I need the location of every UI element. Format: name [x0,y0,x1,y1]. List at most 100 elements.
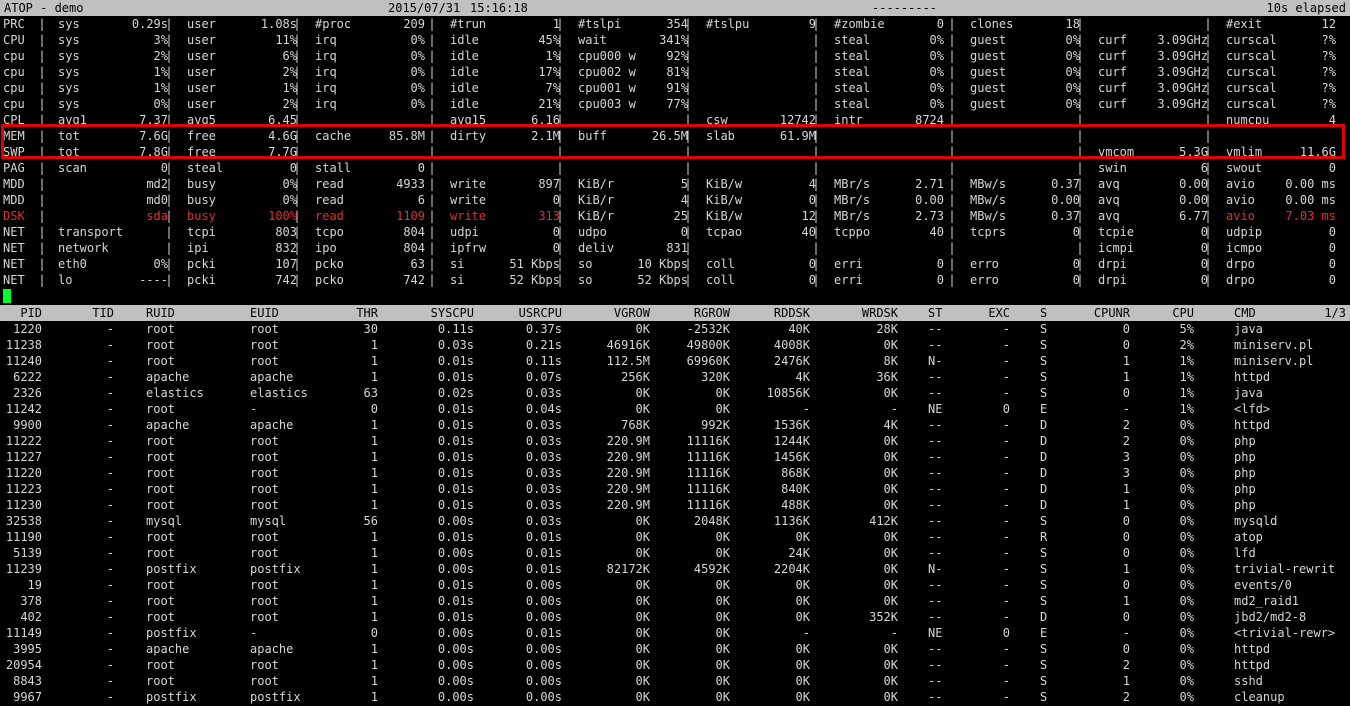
cell-wrdsk: 4K [883,418,898,432]
cell-cpu: 0% [1179,466,1194,480]
stat-value: ?% [1321,65,1336,79]
stat-value: 12 [1321,17,1336,31]
table-row[interactable]: 11190- root root 1 0.01s 0.01s 0K 0K 0K 0K -- - R 0 0%… [0,529,1350,545]
cell-tid: - [106,562,114,576]
cell-usrcpu: 0.21s [525,338,562,352]
table-row[interactable]: 11149- postfix -0 0.00s 0.01s 0K 0K - - NE 0 E -0% <t… [0,625,1350,641]
table-row[interactable]: 11239- postfix postfix 1 0.00s 0.01s 82172K 459… [0,561,1350,577]
stat-value: 1 [552,17,560,31]
stat-value: 1% [282,81,297,95]
cell-s: D [1040,418,1048,432]
cell-st: -- [928,658,943,672]
stat-value [970,144,1080,160]
table-row[interactable]: 9967- postfix postfix 1 0.00s 0.00s 0K 0K 0K 0K --… [0,689,1350,705]
cell-exc: 0 [1002,402,1010,416]
column-separator: | [38,241,46,255]
cell-thr: 1 [370,690,378,704]
stat-value: 0 [1072,257,1080,271]
cell-syscpu: 0.01s [437,370,474,384]
cell-wrdsk: 0K [883,642,898,656]
table-row[interactable]: 9900- apache apache 1 0.01s 0.03s 768K 992K 1536… [0,417,1350,433]
cell-rddsk: 0K [795,674,810,688]
cell-ruid: root [146,450,175,464]
stat-value: 85.8M [388,129,425,143]
table-row[interactable]: 11238- root root 1 0.03s 0.21s 46916K 49800K 400… [0,337,1350,353]
cell-s: D [1040,434,1048,448]
stat-value [834,144,944,160]
cell-thr: 1 [370,498,378,512]
table-row[interactable]: 11230- root root 1 0.01s 0.03s 220.9M 11116K 488… [0,497,1350,513]
cell-pid: 11239 [5,562,42,576]
cell-s: S [1040,642,1048,656]
cell-s: S [1040,370,1048,384]
cell-cpu: 0% [1179,674,1194,688]
cell-usrcpu: 0.11s [525,354,562,368]
table-row[interactable]: 11220- root root 1 0.01s 0.03s 220.9M 11116K 868… [0,465,1350,481]
cell-cpu: 5% [1179,322,1194,336]
table-row[interactable]: 11242- root -0 0.01s 0.04s 0K 0K - - NE 0 E -1% <lfd> [0,401,1350,417]
sys-row-label: cpu [3,65,25,79]
table-row[interactable]: 11223- root root 1 0.01s 0.03s 220.9M 11116K 840… [0,481,1350,497]
cell-exc: - [1002,546,1010,560]
table-row[interactable]: 378- root root 1 0.01s 0.00s 0K 0K 0K 0K -- - S 1 0% md… [0,593,1350,609]
stat-value: 0 [808,273,816,287]
stat-value: ?% [1321,49,1336,63]
cell-usrcpu: 0.03s [525,450,562,464]
process-table: 1220- root root 30 0.11s 0.37s 0K -2532K 40K 28K -… [0,321,1350,705]
cell-cpunr: - [1122,626,1130,640]
table-row[interactable]: 6222- apache apache 1 0.01s 0.07s 256K 320K 4K 36… [0,369,1350,385]
column-header-tid: TID [92,306,114,320]
cell-st: NE [928,626,943,640]
table-row[interactable]: 2326- elastics elastics 63 0.02s 0.03s 0K 0K 108… [0,385,1350,401]
cell-thr: 1 [370,482,378,496]
stat-value [834,160,944,176]
table-row[interactable]: 11240- root root 1 0.01s 0.11s 112.5M 69960K 247… [0,353,1350,369]
cell-s: S [1040,578,1048,592]
cell-s: S [1040,354,1048,368]
cell-cpunr: 3 [1122,450,1130,464]
cell-st: -- [928,578,943,592]
cell-wrdsk: 8K [883,354,898,368]
table-row[interactable]: 11222- root root 1 0.01s 0.03s 220.9M 11116K 124… [0,433,1350,449]
table-row[interactable]: 5139- root root 1 0.00s 0.01s 0K 0K 24K 0K -- - S 0 0%… [0,545,1350,561]
column-header-exc: EXC [988,306,1010,320]
stat-value: 0 [1200,241,1208,255]
stat-value: 0 [808,257,816,271]
table-row[interactable]: 20954- root root 1 0.00s 0.00s 0K 0K 0K 0K -- - S 2 0%… [0,657,1350,673]
sys-row-cpu: cpu | | | | | | | | | | sys 2% user 6% irq 0% idle 1% cpu00… [0,48,1350,64]
table-row[interactable]: 3995- apache apache 1 0.00s 0.00s 0K 0K 0K 0K -- - S… [0,641,1350,657]
cell-syscpu: 0.00s [437,546,474,560]
table-row[interactable]: 19- root root 1 0.01s 0.00s 0K 0K 0K 0K -- - S 0 0% eve… [0,577,1350,593]
stat-value: 3.09GHz [1157,81,1208,95]
table-row[interactable]: 32538- mysql mysql 56 0.00s 0.03s 0K 2048K 1136K… [0,513,1350,529]
cell-wrdsk: 0K [883,658,898,672]
cell-usrcpu: 0.01s [525,562,562,576]
table-row[interactable]: 402- root root 1 0.01s 0.00s 0K 0K 0K 352K -- - D 0 0%… [0,609,1350,625]
cell-cmd: java [1234,386,1263,400]
cell-rddsk: 0K [795,690,810,704]
stat-value [315,112,425,128]
sys-row-label: MDD [3,193,25,207]
column-separator: | [428,193,436,207]
stat-value: 52 Kbps [637,273,688,287]
table-row[interactable]: 1220- root root 30 0.11s 0.37s 0K -2532K 40K 28K -… [0,321,1350,337]
stat-value [706,144,816,160]
table-row[interactable]: 8843- root root 1 0.00s 0.00s 0K 0K 0K 0K -- - S 1 0% s… [0,673,1350,689]
stat-value: 0% [410,65,425,79]
cell-cpunr: 2 [1122,690,1130,704]
cell-wrdsk: 36K [876,370,898,384]
stat-value: 742 [403,273,425,287]
cell-exc: - [1002,466,1010,480]
cell-pid: 11220 [5,466,42,480]
cell-syscpu: 0.00s [437,514,474,528]
cell-exc: - [1002,322,1010,336]
cell-s: R [1040,530,1048,544]
stat-value: 2% [282,97,297,111]
stat-value [1098,112,1208,128]
cell-syscpu: 0.01s [437,434,474,448]
stat-value: 0 [160,161,168,175]
cell-syscpu: 0.00s [437,674,474,688]
table-row[interactable]: 11227- root root 1 0.01s 0.03s 220.9M 11116K 145… [0,449,1350,465]
cell-rgrow: 11116K [686,434,730,448]
cell-ruid: elastics [146,386,204,400]
